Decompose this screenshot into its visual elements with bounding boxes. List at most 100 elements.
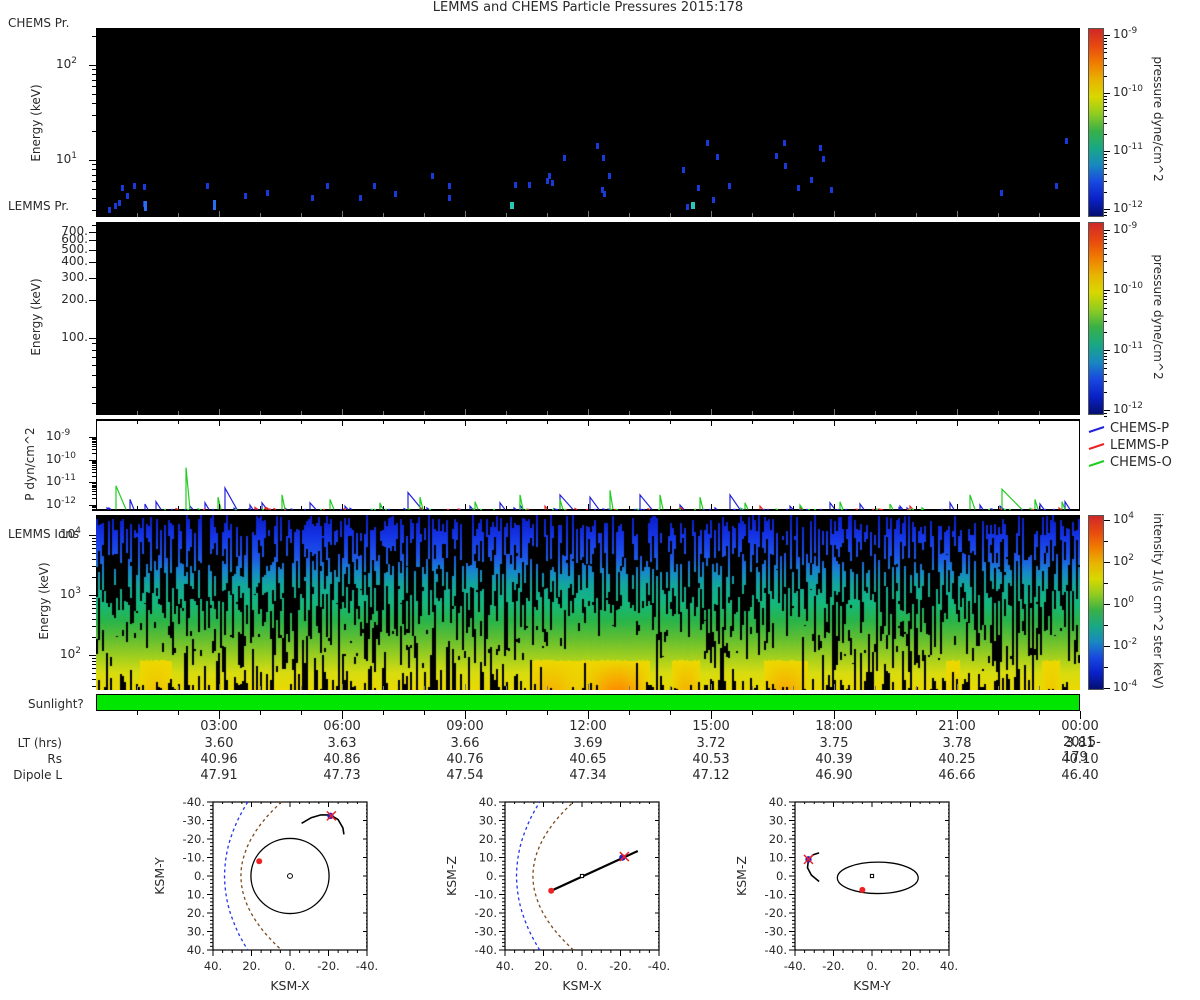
svg-text:-30.: -30. <box>475 925 497 939</box>
legend-label: CHEMS-O <box>1110 455 1172 470</box>
pressure-minor-tick <box>92 509 96 510</box>
time-tick-label: 03:00 <box>200 719 238 734</box>
time-axis-tick <box>793 711 794 715</box>
chems-colorbar-major-tick <box>1104 151 1110 152</box>
pressure-minor-tick <box>92 472 96 473</box>
panel-inner-time-tick <box>670 686 671 690</box>
pressure-top-time-tick <box>301 421 302 424</box>
pressure-minor-tick <box>92 494 96 495</box>
chems-minor-tick <box>92 175 96 176</box>
panel-inner-time-tick <box>301 213 302 217</box>
pressure-ytick-label: 10-11 <box>46 473 76 488</box>
svg-text:-20.: -20. <box>822 959 844 973</box>
chems-colorbar-major-tick <box>1104 209 1110 210</box>
panel-inner-time-tick <box>793 213 794 217</box>
ions-colorbar-major-tick <box>1104 604 1110 605</box>
pressure-minor-tick <box>92 489 96 490</box>
panel-inner-time-tick <box>711 684 712 690</box>
pressure-minor-tick <box>92 467 96 468</box>
lemms-colorbar-logminor <box>1104 381 1107 382</box>
pressure-minor-tick <box>92 510 96 511</box>
pressure-top-time-tick <box>260 421 261 424</box>
lemms-major-tick <box>89 240 96 241</box>
chems-minor-tick <box>92 36 96 37</box>
pressure-bottom-time-tick <box>506 506 507 509</box>
ions-minor-tick <box>92 619 96 620</box>
panel-inner-time-tick <box>957 684 958 690</box>
ephemeris-value: 3.78 <box>942 736 972 751</box>
svg-text:40.: 40. <box>940 959 958 973</box>
ions-spectrogram-image <box>96 515 1080 690</box>
ephemeris-value: 47.34 <box>569 768 607 783</box>
ions-minor-tick <box>92 608 96 609</box>
panel-inner-time-tick <box>260 686 261 690</box>
panel-inner-time-tick <box>998 686 999 690</box>
lemms-colorbar-major-tick <box>1104 290 1110 291</box>
chems-colorbar-logminor <box>1104 116 1107 117</box>
panel-inner-time-tick <box>178 213 179 217</box>
pressure-top-time-tick <box>1039 421 1040 424</box>
lemms-minor-tick <box>92 350 96 351</box>
ions-minor-tick <box>92 686 96 687</box>
ions-minor-tick <box>92 559 96 560</box>
orbit-plot-ksm-z-vs-ksm-x: 40. 30. 20. 10. 0. -10. -20. -30. -40. 40. 20. 0. -2… <box>444 795 670 993</box>
pressure-minor-tick <box>92 506 96 507</box>
panel-inner-time-tick <box>342 211 343 217</box>
svg-text:0.: 0. <box>285 959 296 973</box>
pressure-top-time-tick <box>629 421 630 424</box>
pressure-minor-tick <box>92 485 96 486</box>
pressure-line-series <box>106 467 1071 511</box>
ions-major-tick <box>89 595 96 596</box>
ions-minor-tick <box>92 661 96 662</box>
lemms-colorbar-logminor <box>1104 374 1107 375</box>
chems-minor-tick <box>92 189 96 190</box>
chems-major-tick <box>89 65 96 66</box>
panel-inner-time-tick <box>506 686 507 690</box>
lemms-colorbar-logminor <box>1104 363 1107 364</box>
ephemeris-value: 40.25 <box>938 752 976 767</box>
pressure-bottom-time-tick <box>998 506 999 509</box>
ions-major-tick <box>89 535 96 536</box>
ions-colorbar-major-tick <box>1104 646 1110 647</box>
svg-text:40.: 40. <box>479 795 497 809</box>
svg-text:0.: 0. <box>867 959 878 973</box>
lemms-panel-label: LEMMS Pr. <box>8 199 70 213</box>
chems-colorbar-major-tick <box>1104 93 1110 94</box>
chems-ytick-label: 102 <box>56 56 78 71</box>
pressure-minor-tick <box>92 483 96 484</box>
pressure-top-time-tick <box>670 421 671 424</box>
time-axis-tick <box>752 711 753 715</box>
pressure-top-time-tick <box>588 421 589 426</box>
ephemeris-value: 40.65 <box>569 752 607 767</box>
pressure-ytick-label: 10-9 <box>46 428 71 443</box>
svg-text:30.: 30. <box>187 925 205 939</box>
panel-inner-time-tick <box>219 684 220 690</box>
ions-colorbar-major-tick <box>1104 562 1110 563</box>
pressure-top-time-tick <box>875 421 876 424</box>
pressure-minor-tick <box>92 446 96 447</box>
chems-colorbar-logminor <box>1104 106 1107 107</box>
lemms-major-tick <box>89 278 96 279</box>
ephemeris-value: 3.66 <box>450 736 480 751</box>
panel-inner-time-tick <box>178 686 179 690</box>
time-axis-tick <box>137 711 138 715</box>
lemms-colorbar-label: pressure dyne/cm^2 <box>1151 254 1165 380</box>
ephemeris-value: 47.91 <box>200 768 238 783</box>
svg-text:KSM-Z: KSM-Z <box>444 856 459 896</box>
chems-colorbar-logminor <box>1104 41 1107 42</box>
svg-text:-20.: -20. <box>475 906 497 920</box>
ephemeris-value: 47.12 <box>692 768 730 783</box>
chems-colorbar-tick-label: 10-10 <box>1113 84 1143 99</box>
panel-inner-time-tick <box>383 411 384 415</box>
lemms-colorbar-logminor <box>1104 332 1107 333</box>
pressure-minor-tick <box>92 444 96 445</box>
panel-inner-time-tick <box>1039 213 1040 217</box>
chems-minor-tick <box>92 115 96 116</box>
time-tick-label: 09:00 <box>446 719 484 734</box>
time-axis-tick <box>834 711 835 719</box>
time-axis-tick <box>178 711 179 715</box>
lemms-colorbar-logminor <box>1104 314 1107 315</box>
chems-colorbar-tick-label: 10-12 <box>1113 200 1143 215</box>
panel-inner-time-tick <box>219 409 220 415</box>
chems-major-tick <box>89 160 96 161</box>
